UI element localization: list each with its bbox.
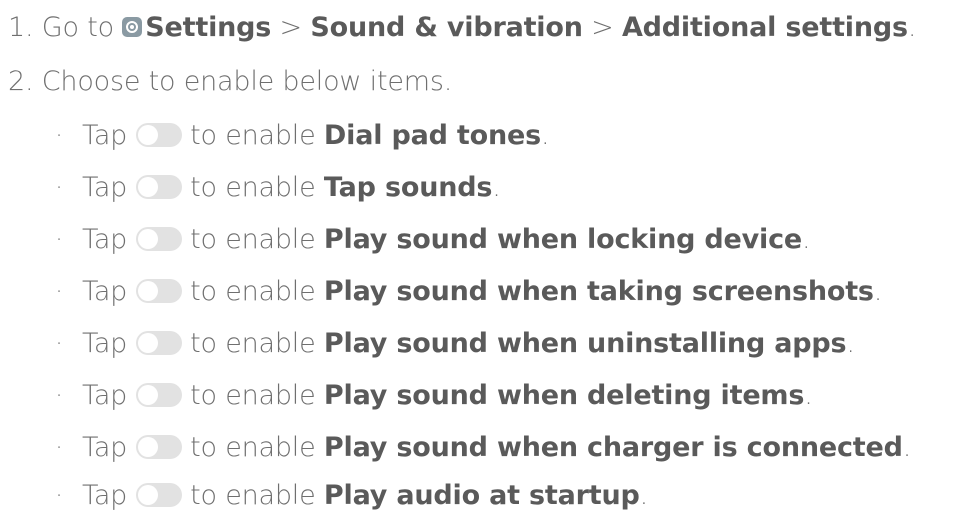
item-mid: to enable	[190, 380, 316, 411]
toggle-switch-icon[interactable]	[136, 383, 183, 407]
settings-icon	[122, 17, 143, 37]
list-item-audio-startup: · Tap to enable Play audio at startup.	[52, 476, 648, 516]
bullet: ·	[54, 276, 64, 307]
bullet: ·	[54, 480, 64, 511]
list-item-deleting-items: · Tap to enable Play sound when deleting i…	[52, 376, 813, 416]
list-item-tap-sounds: · Tap to enable Tap sounds.	[52, 168, 501, 208]
tap-word: Tap	[82, 480, 128, 511]
toggle-switch-icon[interactable]	[136, 331, 183, 355]
item-mid: to enable	[190, 480, 316, 511]
item-end: .	[873, 276, 883, 307]
item-end: .	[902, 432, 912, 463]
item-label: Dial pad tones	[323, 120, 541, 151]
item-mid: to enable	[190, 172, 316, 203]
step-number: 1.	[8, 12, 34, 43]
item-label: Play audio at startup	[323, 480, 640, 511]
step-number: 2.	[8, 66, 34, 97]
step-2: 2. Choose to enable below items.	[8, 62, 452, 102]
item-end: .	[846, 328, 855, 359]
tap-word: Tap	[82, 276, 128, 307]
list-item-screenshots: · Tap to enable Play sound when taking scr…	[52, 272, 883, 312]
item-label: Tap sounds	[323, 172, 493, 203]
list-item-locking-device: · Tap to enable Play sound when locking de…	[52, 220, 811, 260]
toggle-switch-icon[interactable]	[136, 175, 183, 199]
item-end: .	[802, 224, 811, 255]
item-mid: to enable	[190, 328, 316, 359]
item-label: Play sound when deleting items	[323, 380, 805, 411]
path-separator: >	[591, 12, 614, 43]
list-item-dial-pad-tones: · Tap to enable Dial pad tones.	[52, 116, 550, 156]
bullet: ·	[54, 328, 64, 359]
item-end: .	[639, 480, 649, 511]
tap-word: Tap	[82, 328, 128, 359]
bullet: ·	[54, 120, 64, 151]
tap-word: Tap	[82, 172, 128, 203]
bullet: ·	[54, 172, 64, 203]
list-item-charger-connected: · Tap to enable Play sound when charger is…	[52, 428, 912, 468]
tap-word: Tap	[82, 432, 128, 463]
step-prefix: Go to	[41, 12, 114, 43]
path-sound-vibration: Sound & vibration	[310, 12, 583, 43]
item-label: Play sound when charger is connected	[323, 432, 903, 463]
item-mid: to enable	[190, 276, 316, 307]
list-item-uninstalling-apps: · Tap to enable Play sound when uninstalli…	[52, 324, 855, 364]
step-text: Choose to enable below items.	[41, 66, 453, 97]
bullet: ·	[54, 432, 64, 463]
tap-word: Tap	[82, 380, 128, 411]
toggle-switch-icon[interactable]	[136, 483, 183, 507]
item-end: .	[804, 380, 813, 411]
bullet: ·	[54, 380, 64, 411]
item-label: Play sound when uninstalling apps	[323, 328, 847, 359]
item-label: Play sound when taking screenshots	[323, 276, 874, 307]
bullet: ·	[54, 224, 64, 255]
step-1: 1. Go to Settings > Sound & vibration > …	[8, 8, 916, 48]
path-settings: Settings	[145, 12, 272, 43]
path-separator: >	[279, 12, 303, 43]
item-label: Play sound when locking device	[323, 224, 803, 255]
toggle-switch-icon[interactable]	[136, 279, 183, 303]
item-end: .	[541, 120, 550, 151]
toggle-switch-icon[interactable]	[136, 227, 183, 251]
tap-word: Tap	[82, 224, 128, 255]
instructions-document: 1. Go to Settings > Sound & vibration > …	[0, 0, 969, 518]
item-mid: to enable	[190, 224, 316, 255]
toggle-switch-icon[interactable]	[136, 435, 183, 459]
item-mid: to enable	[190, 120, 316, 151]
toggle-switch-icon[interactable]	[136, 123, 183, 147]
step-end: .	[907, 12, 917, 43]
tap-word: Tap	[82, 120, 128, 151]
path-additional-settings: Additional settings	[621, 12, 908, 43]
item-end: .	[492, 172, 501, 203]
item-mid: to enable	[190, 432, 316, 463]
